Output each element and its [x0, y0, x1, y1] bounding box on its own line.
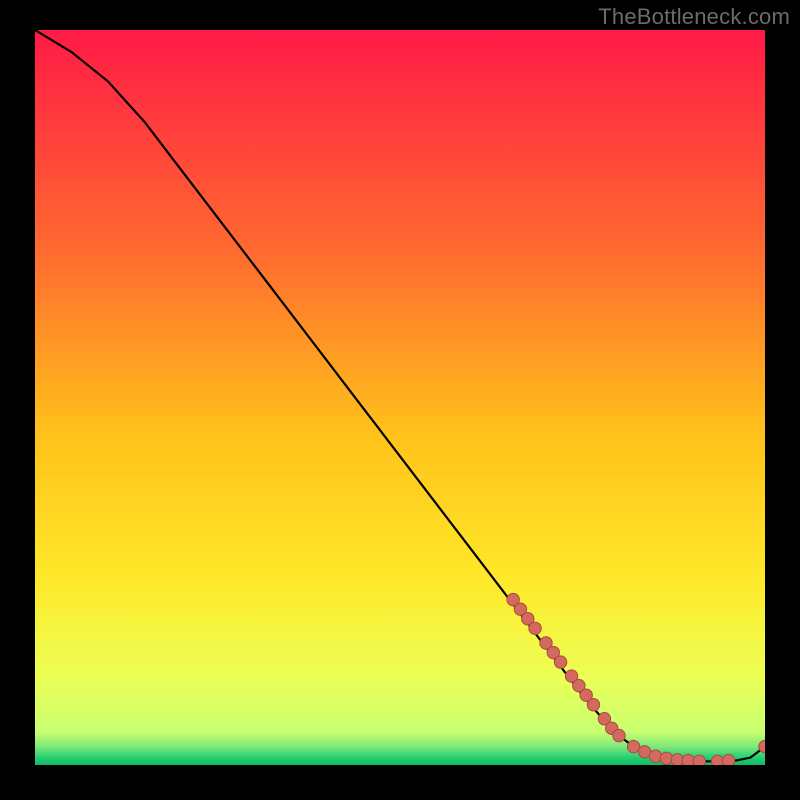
data-marker: [682, 754, 694, 765]
chart-frame: TheBottleneck.com: [0, 0, 800, 800]
data-marker: [529, 622, 541, 634]
data-marker: [587, 699, 599, 711]
data-marker: [613, 729, 625, 741]
watermark-text: TheBottleneck.com: [598, 4, 790, 30]
data-marker: [693, 755, 705, 765]
plot-svg: [35, 30, 765, 765]
data-marker: [722, 754, 734, 765]
plot-area: [35, 30, 765, 765]
curve-line: [35, 30, 765, 761]
data-marker: [554, 656, 566, 668]
data-marker: [660, 752, 672, 764]
data-marker: [649, 750, 661, 762]
data-marker: [671, 754, 683, 765]
marker-group: [507, 593, 765, 765]
